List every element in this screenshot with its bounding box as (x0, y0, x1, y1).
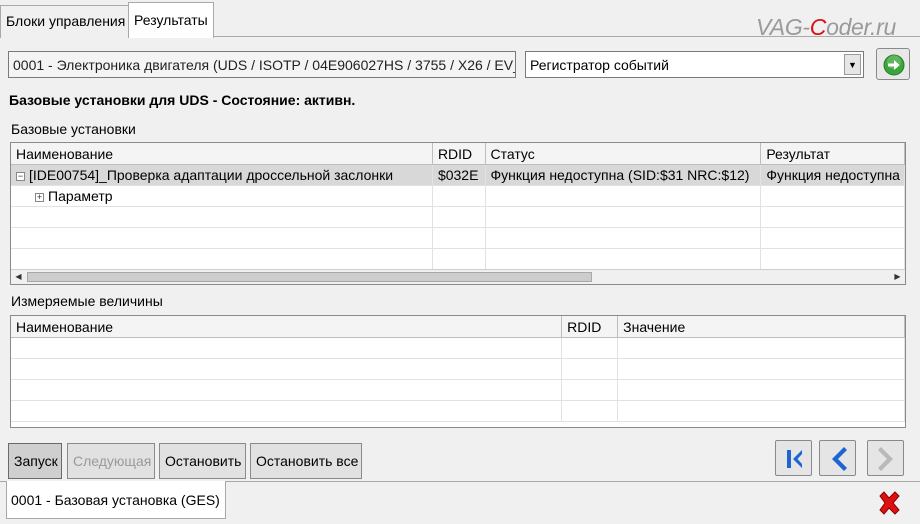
chevron-down-icon[interactable]: ▼ (844, 54, 861, 75)
stop-all-button[interactable]: Остановить все (250, 443, 362, 479)
tab-control-units[interactable]: Блоки управления (0, 5, 132, 38)
column-header-name[interactable]: Наименование (11, 316, 563, 338)
column-header-result[interactable]: Результат (760, 143, 905, 165)
green-arrow-right-icon (883, 54, 905, 76)
column-header-status[interactable]: Статус (485, 143, 762, 165)
arrow-right-icon (878, 447, 893, 471)
arrow-left-icon (832, 447, 847, 471)
empty-row (11, 248, 905, 270)
basic-settings-label: Базовые установки (11, 121, 136, 137)
column-header-value[interactable]: Значение (617, 316, 905, 338)
collapse-icon[interactable]: − (16, 172, 25, 181)
table-row[interactable]: + Параметр (11, 185, 905, 207)
results-panel: 0001 - Электроника двигателя (UDS / ISOT… (0, 38, 920, 482)
empty-row (11, 337, 905, 359)
empty-row (11, 206, 905, 228)
mode-dropdown-value: Регистратор событий (530, 57, 669, 73)
cell-rdid (432, 185, 486, 207)
column-header-rdid[interactable]: RDID (432, 143, 486, 165)
skip-to-first-icon (787, 450, 802, 468)
go-button[interactable] (876, 48, 910, 80)
status-title: Базовые установки для UDS - Состояние: а… (9, 92, 356, 108)
ecu-field: 0001 - Электроника двигателя (UDS / ISOT… (8, 51, 516, 78)
tab-results[interactable]: Результаты (128, 2, 214, 38)
stop-button[interactable]: Остановить (159, 443, 246, 479)
measured-values-label: Измеряемые величины (11, 293, 163, 309)
horizontal-scrollbar[interactable]: ◀ ▶ (11, 269, 905, 284)
first-record-button[interactable] (775, 440, 812, 476)
tab-basic-setting-ges[interactable]: 0001 - Базовая установка (GES) (6, 481, 226, 519)
column-header-name[interactable]: Наименование (11, 143, 433, 165)
basic-settings-grid[interactable]: Наименование RDID Статус Результат − [IDE… (10, 142, 906, 285)
scrollbar-thumb[interactable] (27, 272, 592, 282)
table-row[interactable]: − [IDE00754]_Проверка адаптации дроссельн… (11, 164, 905, 186)
mode-dropdown[interactable]: Регистратор событий ▼ (525, 51, 864, 78)
expand-icon[interactable]: + (35, 193, 44, 202)
bottom-tab-strip: 0001 - Базовая установка (GES) (0, 481, 920, 524)
start-button[interactable]: Запуск (8, 443, 62, 479)
column-header-rdid[interactable]: RDID (561, 316, 619, 338)
measured-values-grid[interactable]: Наименование RDID Значение (10, 315, 906, 428)
cell-result (760, 185, 905, 207)
cell-rdid: $032E (432, 164, 486, 186)
empty-row (11, 379, 905, 401)
watermark-logo: VAG-Coder.ru (756, 14, 896, 40)
cell-status (485, 185, 762, 207)
empty-row (11, 358, 905, 380)
next-button[interactable] (867, 440, 904, 476)
cell-name: − [IDE00754]_Проверка адаптации дроссельн… (11, 164, 433, 186)
cell-status: Функция недоступна (SID:$31 NRC:$12) (485, 164, 762, 186)
empty-row (11, 227, 905, 249)
cell-result: Функция недоступна (760, 164, 905, 186)
previous-button[interactable] (819, 440, 856, 476)
cell-name: + Параметр (11, 185, 433, 207)
next-step-button[interactable]: Следующая (67, 443, 155, 479)
scroll-right-icon[interactable]: ▶ (891, 271, 904, 283)
red-x-close-icon[interactable] (876, 490, 902, 516)
top-tab-strip: Блоки управления Результаты VAG-Coder.ru (0, 0, 920, 40)
empty-row (11, 400, 905, 422)
scroll-left-icon[interactable]: ◀ (12, 271, 25, 283)
